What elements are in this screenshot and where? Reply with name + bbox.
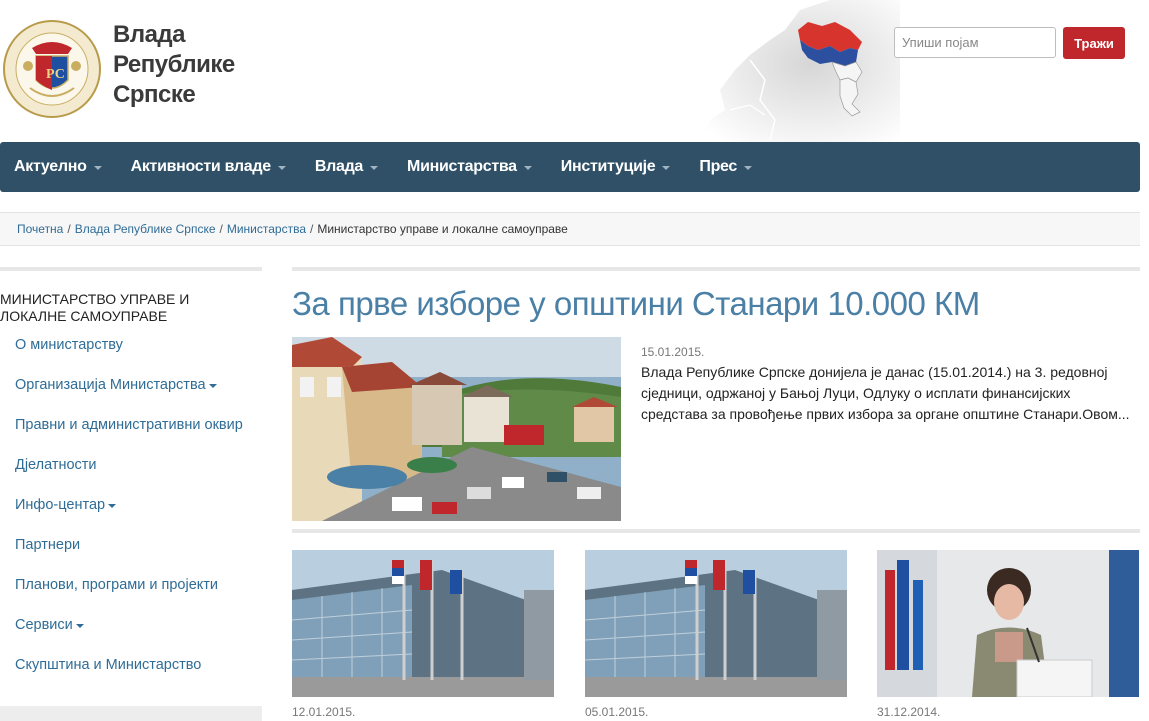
site-header: РС Влада Републике Српске Упиши појам Тр…	[0, 0, 1149, 142]
caret-down-icon	[93, 166, 102, 170]
sidebar-item-activities[interactable]: Дјелатности	[15, 445, 262, 485]
article-date: 15.01.2015.	[641, 345, 705, 359]
nav-item-vlada[interactable]: Влада	[314, 158, 379, 176]
news-card-image[interactable]	[877, 550, 1139, 697]
sidebar-item-services[interactable]: Сервиси	[15, 605, 262, 645]
section-divider	[292, 529, 1140, 533]
sidebar-item-assembly[interactable]: Скупштина и Министарство	[15, 645, 262, 685]
sidebar-item-label: Партнери	[15, 537, 81, 553]
news-card[interactable]: 05.01.2015.	[585, 550, 847, 719]
sidebar-item-info-center[interactable]: Инфо-центар	[15, 485, 262, 525]
search-button[interactable]: Тражи	[1063, 27, 1125, 59]
sidebar-item-label: Организација Министарства	[15, 377, 206, 393]
site-title-line2: Републике	[113, 51, 235, 78]
nav-item-ministarstva[interactable]: Министарства	[407, 158, 532, 176]
caret-down-icon	[208, 384, 217, 388]
sidebar-item-label: Скупштина и Министарство	[15, 657, 202, 673]
coat-of-arms-logo[interactable]: РС	[2, 18, 102, 120]
breadcrumb-link-government[interactable]: Влада Републике Српске	[75, 222, 216, 236]
news-card-date: 31.12.2014.	[877, 705, 941, 719]
site-title-line3: Српске	[113, 81, 196, 108]
sidebar-title: МИНИСТАРСТВО УПРАВЕ И ЛОКАЛНЕ САМОУПРАВЕ	[0, 291, 190, 324]
sidebar-top-rule	[0, 267, 262, 271]
europe-map-graphic	[690, 0, 900, 142]
site-title-line1: Влада	[113, 21, 186, 48]
nav-item-label: Активности владе	[130, 158, 272, 175]
caret-down-icon	[75, 624, 84, 628]
breadcrumb-separator: /	[310, 222, 314, 236]
news-card-image[interactable]	[585, 550, 847, 697]
breadcrumb-link-home[interactable]: Почетна	[17, 222, 63, 236]
nav-item-aktivnosti-vlade[interactable]: Активности владе	[131, 158, 286, 176]
sidebar: МИНИСТАРСТВО УПРАВЕ И ЛОКАЛНЕ САМОУПРАВЕ…	[0, 267, 262, 721]
nav-item-label: Актуелно	[14, 158, 87, 175]
news-card[interactable]: 31.12.2014.	[877, 550, 1139, 719]
search-input[interactable]	[894, 27, 1056, 58]
caret-down-icon	[744, 166, 753, 170]
sidebar-item-label: Инфо-центар	[15, 497, 106, 513]
sidebar-item-organization[interactable]: Организација Министарства	[15, 365, 262, 405]
sidebar-item-label: Планови, програми и пројекти	[15, 577, 219, 593]
caret-down-icon	[370, 166, 379, 170]
site-title[interactable]: Влада Републике Српске	[113, 20, 235, 110]
nav-item-aktuelno[interactable]: Актуелно	[14, 158, 102, 176]
sidebar-item-plans-projects[interactable]: Планови, програми и пројекти	[15, 565, 262, 605]
nav-item-label: Прес	[699, 158, 738, 175]
main-top-rule	[292, 267, 1140, 271]
sidebar-item-label: Правни и административни оквир	[15, 417, 243, 433]
news-card-date: 12.01.2015.	[292, 705, 356, 719]
main-nav: Актуелно Активности владе Влада Министар…	[0, 142, 1140, 192]
article-title[interactable]: За прве изборе у општини Станари 10.000 …	[292, 285, 980, 323]
sidebar-item-label: О министарству	[15, 337, 123, 353]
sidebar-item-label: Дјелатности	[15, 457, 97, 473]
svg-text:РС: РС	[46, 67, 65, 82]
nav-item-label: Влада	[314, 158, 364, 175]
caret-down-icon	[277, 166, 286, 170]
breadcrumb-separator: /	[67, 222, 71, 236]
sidebar-item-partners[interactable]: Партнери	[15, 525, 262, 565]
nav-item-pres[interactable]: Прес	[699, 158, 753, 176]
nav-item-institucije[interactable]: Институције	[561, 158, 671, 176]
caret-down-icon	[662, 166, 671, 170]
sidebar-item-about[interactable]: О министарству	[15, 325, 262, 365]
breadcrumb-current: Министарство управе и локалне самоуправе	[317, 222, 568, 236]
breadcrumb: Почетна / Влада Републике Српске / Минис…	[0, 212, 1140, 246]
article-excerpt: Влада Републике Српске донијела је данас…	[641, 364, 1130, 422]
nav-item-label: Институције	[560, 158, 656, 175]
news-card-date: 05.01.2015.	[585, 705, 649, 719]
sidebar-bottom-rule	[0, 706, 262, 721]
breadcrumb-separator: /	[219, 222, 223, 236]
caret-down-icon	[523, 166, 532, 170]
caret-down-icon	[108, 504, 117, 508]
breadcrumb-link-ministries[interactable]: Министарства	[227, 222, 306, 236]
news-card[interactable]: 12.01.2015.	[292, 550, 554, 719]
main-content: За прве изборе у општини Станари 10.000 …	[292, 267, 1140, 721]
sidebar-item-label: Сервиси	[15, 617, 73, 633]
nav-item-label: Министарства	[407, 158, 517, 175]
news-card-image[interactable]	[292, 550, 554, 697]
sidebar-item-legal-framework[interactable]: Правни и административни оквир	[15, 405, 262, 445]
article-image[interactable]	[292, 337, 621, 521]
